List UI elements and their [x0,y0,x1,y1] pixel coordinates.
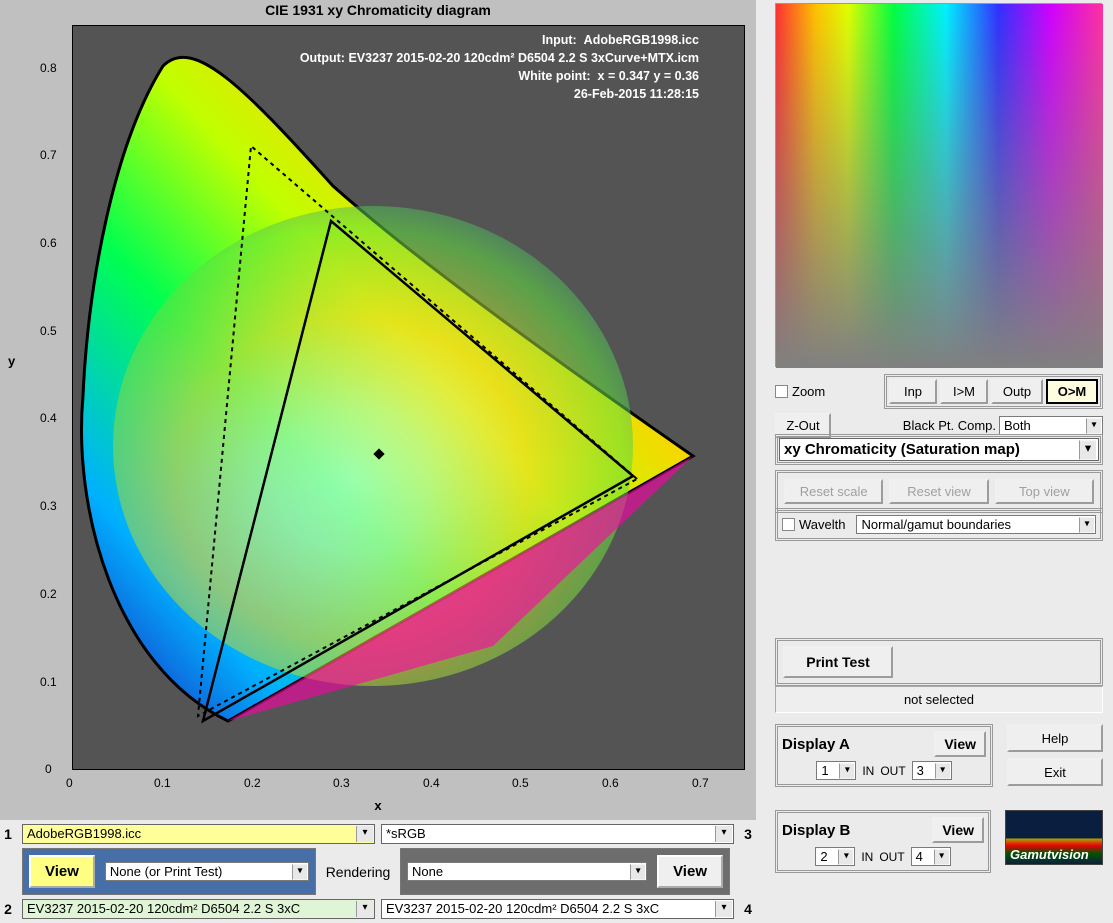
intent1-select[interactable]: None (or Print Test) [105,862,309,881]
ytick-4: 0.4 [40,411,57,425]
display-a-view-button[interactable]: View [934,731,986,757]
not-selected-label: not selected [775,686,1103,713]
ytick-3: 0.3 [40,499,57,513]
xtick-2: 0.2 [244,776,261,790]
xtick-5: 0.5 [512,776,529,790]
intent2-select[interactable]: None [407,862,647,881]
right-controls: Zoom Inp I>M Outp O>M Z-Out Black Pt. Co… [775,374,1103,438]
display-b-view-button[interactable]: View [932,817,984,843]
view2-button[interactable]: View [657,855,723,888]
top-view-button[interactable]: Top view [995,479,1094,504]
label-4: 4 [740,901,756,917]
label-2: 2 [0,901,16,917]
display-b-out-select[interactable]: 4 [911,847,951,866]
xtick-3: 0.3 [333,776,350,790]
ytick-6: 0.6 [40,236,57,250]
view3d-panel: Reset scale Reset view Top view [775,470,1103,513]
xtick-4: 0.4 [423,776,440,790]
plot-overlay-info: Input: AdobeRGB1998.icc Output: EV3237 2… [300,31,699,104]
display-a-panel: Display A View 1 IN OUT 3 [775,724,993,787]
label-3: 3 [740,826,756,842]
spectrum-preview[interactable] [775,3,1102,367]
reset-scale-button[interactable]: Reset scale [784,479,883,504]
ytick-2: 0.2 [40,587,57,601]
blackpt-select[interactable]: Both [999,416,1103,435]
profile2-select[interactable]: EV3237 2015-02-20 120cdm² D6504 2.2 S 3x… [22,899,375,919]
ytick-0: 0 [45,762,52,776]
ytick-5: 0.5 [40,324,57,338]
om-button[interactable]: O>M [1046,379,1098,404]
gamutvision-logo: Gamutvision [1005,810,1103,865]
plot-mode-select[interactable]: xy Chromaticity (Saturation map) [779,438,1099,461]
xtick-7: 0.7 [692,776,709,790]
bottom-profiles-bar: 1 AdobeRGB1998.icc *sRGB 3 View None (or… [0,824,756,919]
ytick-1: 0.1 [40,675,57,689]
zoom-checkbox[interactable]: Zoom [775,384,825,399]
profile1-select[interactable]: AdobeRGB1998.icc [22,824,375,844]
profile4-select[interactable]: EV3237 2015-02-20 120cdm² D6504 2.2 S 3x… [381,899,734,919]
view1-button[interactable]: View [29,855,95,888]
blackpt-label: Black Pt. Comp. [903,418,996,433]
chart-title: CIE 1931 xy Chromaticity diagram [0,2,756,18]
profile3-select[interactable]: *sRGB [381,824,734,844]
label-1: 1 [0,826,16,842]
exit-button[interactable]: Exit [1007,758,1103,786]
x-axis-label: x [0,798,756,813]
rendering-label: Rendering [322,864,394,880]
display-b-in-select[interactable]: 2 [815,847,855,866]
help-button[interactable]: Help [1007,724,1103,752]
ytick-8: 0.8 [40,61,57,75]
display-b-label: Display B [782,822,850,839]
xtick-6: 0.6 [602,776,619,790]
chromaticity-chart-panel: CIE 1931 xy Chromaticity diagram 0 0.1 0… [0,0,756,820]
display-b-panel: Display B View 2 IN OUT 4 [775,810,991,873]
display-a-label: Display A [782,736,850,753]
ytick-7: 0.7 [40,148,57,162]
outp-button[interactable]: Outp [991,379,1043,404]
display-a-out-select[interactable]: 3 [912,761,952,780]
chromaticity-svg [73,26,746,771]
chromaticity-plot[interactable]: Input: AdobeRGB1998.icc Output: EV3237 2… [72,25,745,770]
print-test-button[interactable]: Print Test [783,646,893,678]
im-button[interactable]: I>M [940,379,988,404]
y-axis-label: y [8,353,15,368]
reset-view-button[interactable]: Reset view [889,479,988,504]
wavelength-checkbox[interactable]: Wavelth [782,517,845,532]
xtick-1: 0.1 [154,776,171,790]
inp-button[interactable]: Inp [889,379,937,404]
display-a-in-select[interactable]: 1 [816,761,856,780]
boundaries-select[interactable]: Normal/gamut boundaries [856,515,1096,534]
xtick-0: 0 [66,776,73,790]
